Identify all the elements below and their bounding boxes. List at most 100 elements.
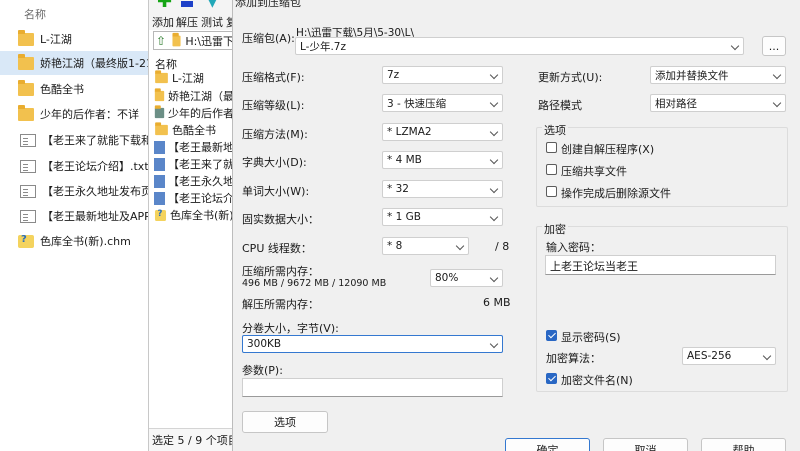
level-label: 压缩等级(L): bbox=[242, 99, 305, 112]
folder-icon bbox=[18, 104, 34, 121]
split-volume-label: 分卷大小，字节(V): bbox=[242, 322, 339, 335]
chevron-down-icon[interactable] bbox=[489, 339, 499, 349]
explorer-item-name: 娇艳江湖（最终版1-217章 bbox=[40, 57, 150, 70]
add-plus-icon[interactable]: ✚ bbox=[157, 0, 172, 11]
7zip-list-item[interactable]: L-江湖 bbox=[154, 69, 234, 87]
chevron-down-icon[interactable] bbox=[762, 351, 772, 361]
document-icon bbox=[20, 159, 36, 173]
format-select[interactable]: 7z bbox=[382, 66, 503, 84]
7zip-list-item[interactable]: 色库全书(新). bbox=[154, 206, 234, 224]
chevron-down-icon[interactable] bbox=[730, 41, 740, 51]
parameters-label: 参数(P): bbox=[242, 364, 283, 377]
7zip-list-item[interactable]: 【老王论坛介 bbox=[154, 189, 234, 207]
chevron-down-icon[interactable] bbox=[489, 155, 499, 165]
explorer-item[interactable]: 【老王论坛介绍】.txt bbox=[0, 154, 150, 178]
explorer-item[interactable]: 【老王永久地址发布页】. bbox=[0, 179, 150, 203]
solid-block-value: * 1 GB bbox=[387, 211, 421, 223]
encryption-method-select[interactable]: AES-256 bbox=[682, 347, 776, 365]
explorer-item[interactable]: 色库全书(新).chm bbox=[0, 229, 150, 253]
delete-after-checkbox[interactable] bbox=[546, 186, 557, 197]
chevron-down-icon[interactable] bbox=[489, 212, 499, 222]
cancel-button[interactable]: 取消 bbox=[603, 438, 688, 451]
compress-shared-checkbox[interactable] bbox=[546, 164, 557, 175]
password-input[interactable]: 上老王论坛当老王 bbox=[545, 255, 776, 275]
options-button[interactable]: 选项 bbox=[242, 411, 328, 433]
test-check-icon[interactable]: ▼ bbox=[207, 0, 221, 9]
chevron-down-icon[interactable] bbox=[489, 70, 499, 80]
7zip-list-item[interactable]: 色酷全书 bbox=[154, 121, 234, 139]
memory-usage-value: 80% bbox=[435, 272, 459, 284]
7zip-address-bar[interactable]: ⇧ H:\迅雷下 bbox=[153, 31, 235, 50]
cpu-threads-select[interactable]: * 8 bbox=[382, 237, 469, 255]
7zip-list-item[interactable]: 【老王来了就 bbox=[154, 155, 234, 173]
explorer-item[interactable]: 色酷全书 bbox=[0, 77, 150, 101]
explorer-item[interactable]: 【老王来了就能下载和观看 bbox=[0, 128, 150, 152]
parameters-input[interactable] bbox=[242, 378, 503, 397]
encryption-method-label: 加密算法： bbox=[546, 352, 601, 365]
solid-block-select[interactable]: * 1 GB bbox=[382, 208, 503, 226]
archive-name-combobox[interactable]: L-少年.7z bbox=[295, 37, 744, 55]
extract-button[interactable]: 解压 bbox=[176, 14, 198, 30]
encrypt-filenames-checkbox[interactable] bbox=[546, 373, 557, 384]
document-icon bbox=[20, 184, 36, 198]
7zip-item-name: 少年的后作者 bbox=[168, 107, 234, 120]
7zip-list-item[interactable]: 【老王永久地 bbox=[154, 172, 234, 190]
folder-icon bbox=[18, 53, 34, 70]
delete-after-label: 操作完成后删除源文件 bbox=[561, 187, 671, 200]
path-mode-label: 路径模式 bbox=[538, 99, 582, 112]
dictionary-select[interactable]: * 4 MB bbox=[382, 151, 503, 169]
7zip-item-name: 娇艳江湖（最 bbox=[168, 90, 234, 103]
archive-name-value: L-少年.7z bbox=[300, 40, 346, 53]
chevron-down-icon[interactable] bbox=[772, 70, 782, 80]
compress-shared-label: 压缩共享文件 bbox=[561, 165, 627, 178]
chevron-down-icon[interactable] bbox=[489, 273, 499, 283]
7zip-list-item[interactable]: 娇艳江湖（最 bbox=[154, 87, 234, 105]
explorer-item[interactable]: L-江湖 bbox=[0, 27, 150, 51]
add-to-archive-dialog: 添加到压缩包 压缩包(A): H:\迅雷下载\5月\5-30\L\ L-少年.7… bbox=[232, 0, 800, 451]
chevron-down-icon[interactable] bbox=[772, 98, 782, 108]
add-button[interactable]: 添加 bbox=[152, 14, 174, 30]
explorer-item[interactable]: 娇艳江湖（最终版1-217章 bbox=[0, 51, 150, 75]
7zip-item-name: 色库全书(新). bbox=[170, 209, 234, 222]
encryption-group-title: 加密 bbox=[542, 221, 568, 237]
explorer-item[interactable]: 少年的后作者：不详 bbox=[0, 102, 150, 126]
method-select[interactable]: * LZMA2 bbox=[382, 123, 503, 141]
document-icon bbox=[154, 174, 165, 188]
explorer-item-name: 色库全书(新).chm bbox=[40, 235, 131, 248]
up-folder-icon[interactable]: ⇧ bbox=[156, 34, 166, 48]
extract-minus-icon[interactable] bbox=[181, 1, 193, 7]
browse-button[interactable]: ... bbox=[762, 36, 786, 56]
explorer-item-name: 【老王永久地址发布页】. bbox=[42, 185, 150, 198]
level-select[interactable]: 3 - 快速压缩 bbox=[382, 94, 503, 112]
test-button[interactable]: 测试 bbox=[201, 14, 223, 30]
chevron-down-icon[interactable] bbox=[489, 98, 499, 108]
chevron-down-icon[interactable] bbox=[489, 127, 499, 137]
compression-memory-label: 压缩所需内存： bbox=[242, 265, 319, 278]
explorer-name-column-header[interactable]: 名称 bbox=[24, 6, 46, 22]
update-mode-select[interactable]: 添加并替换文件 bbox=[650, 66, 786, 84]
encryption-method-value: AES-256 bbox=[687, 350, 732, 362]
cpu-threads-value: * 8 bbox=[387, 240, 403, 252]
ok-button[interactable]: 确定 bbox=[505, 438, 590, 451]
word-size-select[interactable]: * 32 bbox=[382, 180, 503, 198]
7zip-status-bar: 选定 5 / 9 个项目 bbox=[149, 428, 235, 451]
memory-usage-select[interactable]: 80% bbox=[430, 269, 503, 287]
split-volume-combobox[interactable]: 300KB bbox=[242, 335, 503, 353]
chevron-down-icon[interactable] bbox=[489, 184, 499, 194]
show-password-checkbox[interactable] bbox=[546, 330, 557, 341]
update-mode-label: 更新方式(U): bbox=[538, 71, 603, 84]
chm-help-icon bbox=[154, 209, 167, 221]
dictionary-label: 字典大小(D): bbox=[242, 156, 307, 169]
chevron-down-icon[interactable] bbox=[455, 241, 465, 251]
folder-icon bbox=[18, 29, 34, 46]
create-sfx-checkbox[interactable] bbox=[546, 142, 557, 153]
7zip-list-item[interactable]: 少年的后作者 bbox=[154, 104, 234, 122]
path-mode-select[interactable]: 相对路径 bbox=[650, 94, 786, 112]
dictionary-value: * 4 MB bbox=[387, 154, 422, 166]
explorer-item-name: 色酷全书 bbox=[40, 83, 84, 96]
explorer-item[interactable]: 【老王最新地址及APP请 bbox=[0, 204, 150, 228]
help-button[interactable]: 帮助 bbox=[701, 438, 786, 451]
level-value: 3 - 快速压缩 bbox=[387, 97, 447, 110]
7zip-list-item[interactable]: 【老王最新地 bbox=[154, 138, 234, 156]
explorer-item-name: 【老王来了就能下载和观看 bbox=[42, 134, 150, 147]
